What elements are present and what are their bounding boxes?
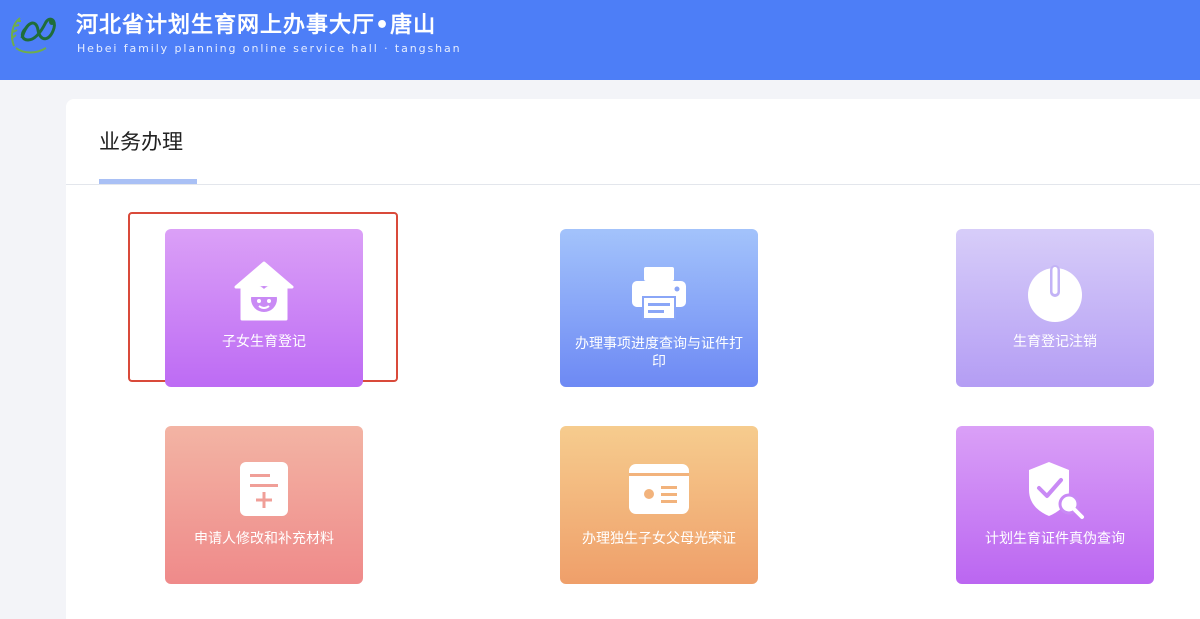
service-card-progress-query-print[interactable]: 办理事项进度查询与证件打印 xyxy=(560,229,758,387)
tab-business[interactable]: 业务办理 xyxy=(99,127,183,157)
service-label: 办理独生子女父母光荣证 xyxy=(582,531,736,547)
power-icon xyxy=(1028,265,1082,322)
shield-check-icon xyxy=(1029,462,1084,519)
service-label: 申请人修改和补充材料 xyxy=(194,531,334,547)
top-header: 河北省计划生育网上办事大厅•唐山 Hebei family planning o… xyxy=(0,0,1200,80)
service-label: 办理事项进度查询与证件打印 xyxy=(575,336,743,370)
site-title: 河北省计划生育网上办事大厅•唐山 xyxy=(76,13,437,38)
service-card-modify-supplement-materials[interactable]: 申请人修改和补充材料 xyxy=(165,426,363,584)
service-card-registration-cancellation[interactable]: 生育登记注销 xyxy=(956,229,1154,387)
service-label: 计划生育证件真伪查询 xyxy=(985,531,1125,547)
site-subtitle: Hebei family planning online service hal… xyxy=(77,42,462,55)
services-panel: 业务办理 子女生育登记 办理事项进度查询与证件打印 生育登记注销 申请人修改和补… xyxy=(66,99,1200,619)
service-card-certificate-authenticity-query[interactable]: 计划生育证件真伪查询 xyxy=(956,426,1154,584)
document-plus-icon xyxy=(240,462,288,516)
tab-divider xyxy=(66,184,1200,185)
logo-icon xyxy=(11,17,56,54)
printer-icon xyxy=(632,267,686,320)
service-label: 生育登记注销 xyxy=(1013,334,1097,350)
service-card-child-birth-registration[interactable]: 子女生育登记 xyxy=(165,229,363,387)
service-card-only-child-honor-certificate[interactable]: 办理独生子女父母光荣证 xyxy=(560,426,758,584)
service-label: 子女生育登记 xyxy=(222,334,306,350)
id-card-icon xyxy=(629,464,689,514)
house-child-icon xyxy=(234,261,294,321)
